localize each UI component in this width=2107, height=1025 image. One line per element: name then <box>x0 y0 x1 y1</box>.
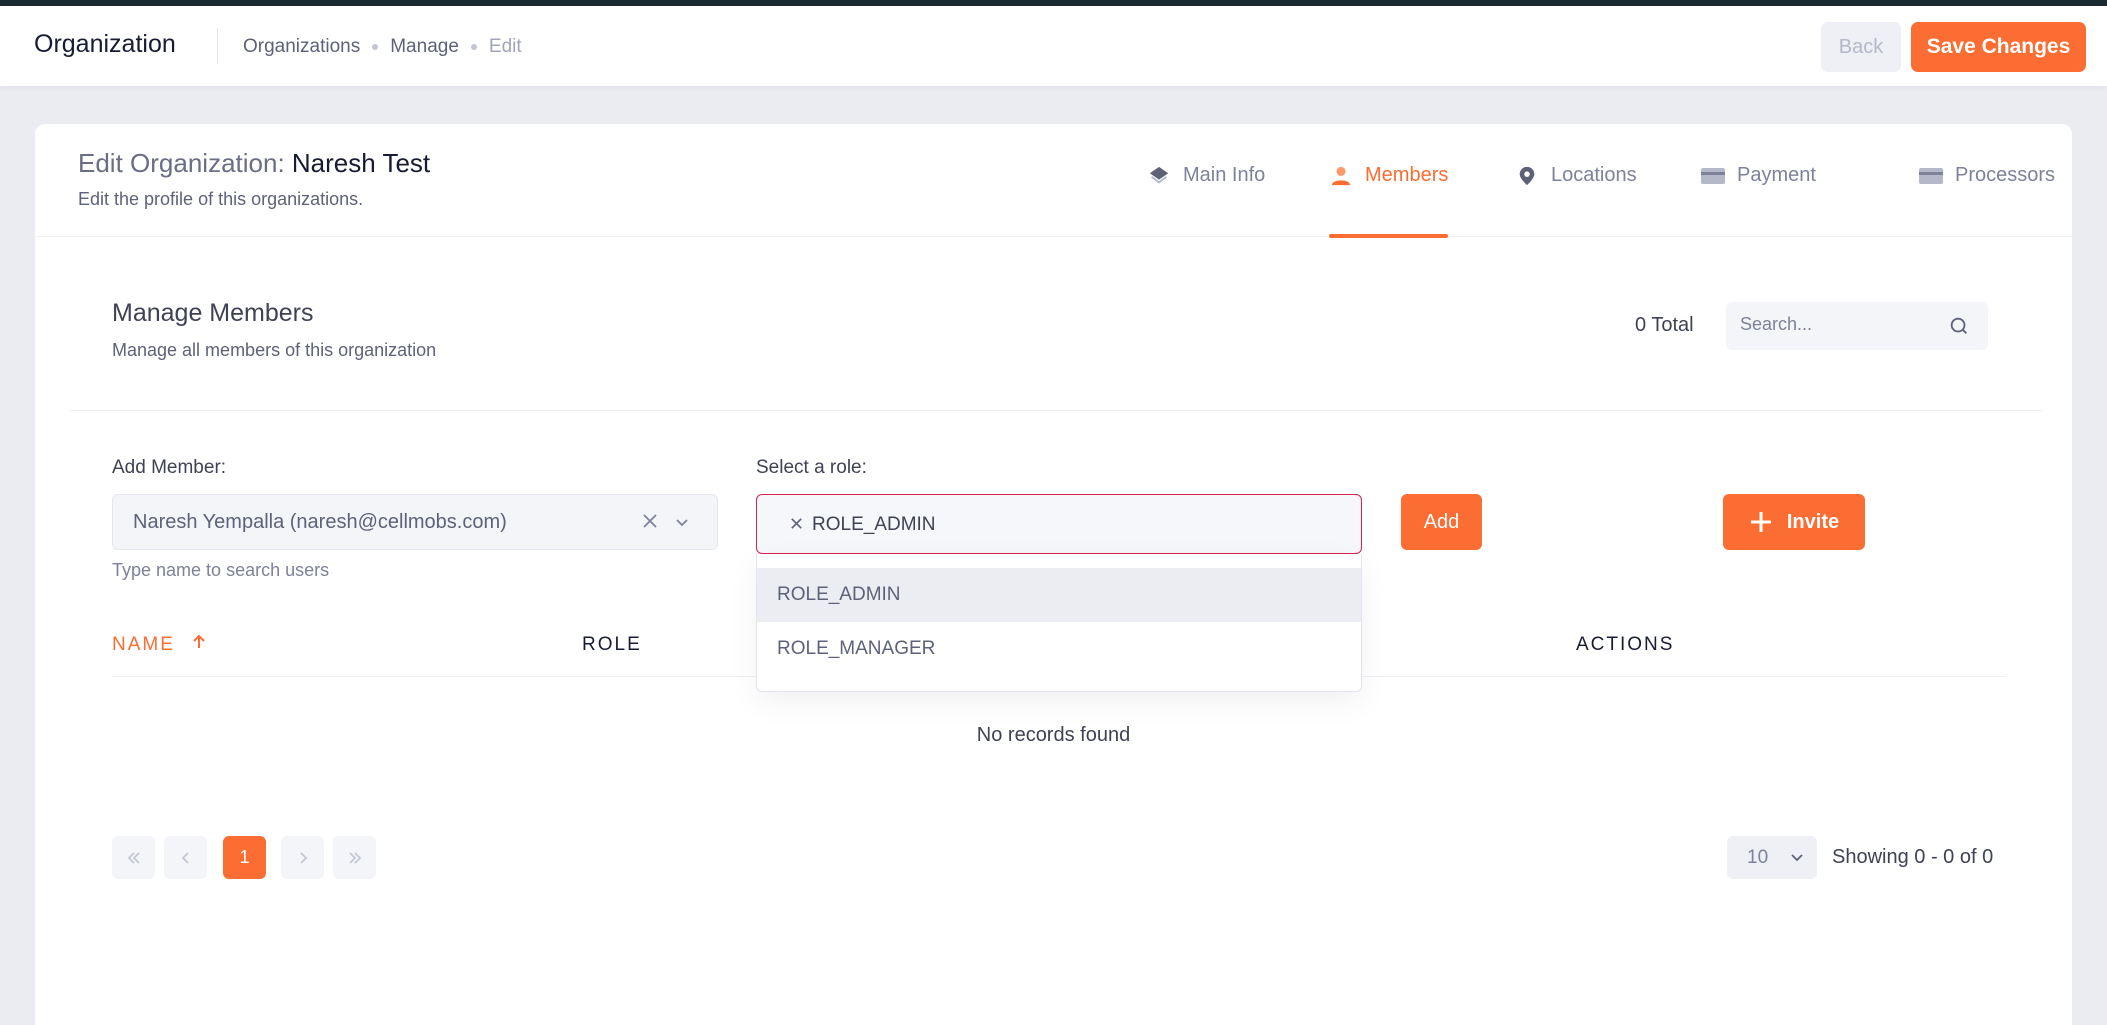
invite-button[interactable]: Invite <box>1723 494 1865 550</box>
invite-label: Invite <box>1786 510 1840 533</box>
organization-card: Edit Organization: Naresh Test Edit the … <box>35 124 2072 1025</box>
column-header-actions: ACTIONS <box>1576 634 1675 655</box>
edit-title-prefix: Edit Organization: <box>78 148 285 178</box>
double-chevron-right-icon <box>348 851 361 864</box>
tab-label: Locations <box>1551 164 1637 186</box>
chevron-right-icon <box>299 851 307 864</box>
column-header-role[interactable]: ROLE <box>582 634 642 656</box>
tab-main-info[interactable]: Main Info <box>1147 164 1265 237</box>
first-page-button[interactable] <box>112 836 155 879</box>
double-chevron-left-icon <box>127 851 140 864</box>
tab-label: Processors <box>1955 164 2056 186</box>
edit-organization-subtitle: Edit the profile of this organizations. <box>78 189 364 209</box>
member-select-value: Naresh Yempalla (naresh@cellmobs.com) <box>133 511 507 533</box>
tab-label: Payment <box>1737 164 1816 186</box>
select-role-label: Select a role: <box>756 457 867 478</box>
layers-icon <box>1147 164 1171 188</box>
credit-card-icon <box>1919 164 1943 188</box>
manage-members-subtitle: Manage all members of this organization <box>112 340 437 360</box>
breadcrumb-dot <box>372 44 379 50</box>
empty-state: No records found <box>976 724 1131 746</box>
add-member-label: Add Member: <box>112 457 227 478</box>
tab-members[interactable]: Members <box>1329 164 1449 238</box>
breadcrumb-dot <box>470 44 477 50</box>
header-divider <box>217 28 218 64</box>
page-title: Organization <box>34 30 176 58</box>
user-icon <box>1329 164 1353 188</box>
credit-card-icon <box>1701 164 1725 188</box>
chevron-left-icon <box>181 851 189 864</box>
next-page-button[interactable] <box>281 836 324 879</box>
card-header: Edit Organization: Naresh Test Edit the … <box>35 124 2072 238</box>
breadcrumb-manage[interactable]: Manage <box>390 36 459 58</box>
page-size-select[interactable]: 10 <box>1727 836 1817 879</box>
page-header: Organization Organizations Manage Edit B… <box>0 6 2107 86</box>
column-header-name[interactable]: NAME <box>112 634 206 656</box>
column-name-label: NAME <box>112 634 175 656</box>
add-member-button[interactable]: Add <box>1401 494 1482 550</box>
role-dropdown: ROLE_ADMIN ROLE_MANAGER <box>756 554 1362 692</box>
tab-label: Members <box>1365 164 1449 186</box>
role-option-admin[interactable]: ROLE_ADMIN <box>757 568 1361 622</box>
member-helper-text: Type name to search users <box>112 560 330 580</box>
members-total: 0 Total <box>1635 314 1694 336</box>
clear-member-icon[interactable] <box>641 512 659 535</box>
organization-name: Naresh Test <box>291 148 431 178</box>
remove-role-icon[interactable] <box>789 516 804 536</box>
tab-locations[interactable]: Locations <box>1515 164 1637 237</box>
member-search <box>1726 302 1988 350</box>
page-button-current[interactable]: 1 <box>223 836 266 879</box>
role-select-value: ROLE_ADMIN <box>812 514 936 535</box>
manage-members-title: Manage Members <box>112 299 314 327</box>
edit-organization-title: Edit Organization: Naresh Test <box>78 148 430 179</box>
section-divider <box>70 410 2042 411</box>
role-option-manager[interactable]: ROLE_MANAGER <box>757 622 1361 676</box>
map-pin-icon <box>1515 164 1539 188</box>
chevron-down-icon[interactable] <box>674 514 690 535</box>
search-input[interactable] <box>1740 314 1940 335</box>
previous-page-button[interactable] <box>164 836 207 879</box>
last-page-button[interactable] <box>333 836 376 879</box>
tab-payment[interactable]: Payment <box>1701 164 1816 237</box>
sort-arrow-up-icon <box>192 634 206 656</box>
breadcrumb-organizations[interactable]: Organizations <box>243 36 360 58</box>
member-select[interactable]: Naresh Yempalla (naresh@cellmobs.com) <box>112 494 718 550</box>
save-changes-button[interactable]: Save Changes <box>1911 22 2086 72</box>
page-size-value: 10 <box>1747 847 1769 868</box>
back-button[interactable]: Back <box>1821 22 1901 72</box>
search-icon[interactable] <box>1948 315 1970 342</box>
breadcrumb: Organizations Manage Edit <box>243 36 522 58</box>
plus-icon <box>1749 510 1773 534</box>
role-select[interactable]: ROLE_ADMIN <box>756 494 1362 554</box>
showing-count: Showing 0 - 0 of 0 <box>1832 846 1994 868</box>
tab-processors[interactable]: Processors <box>1919 164 2055 237</box>
breadcrumb-edit: Edit <box>488 36 522 57</box>
tab-label: Main Info <box>1183 164 1266 186</box>
chevron-down-icon <box>1789 849 1805 870</box>
